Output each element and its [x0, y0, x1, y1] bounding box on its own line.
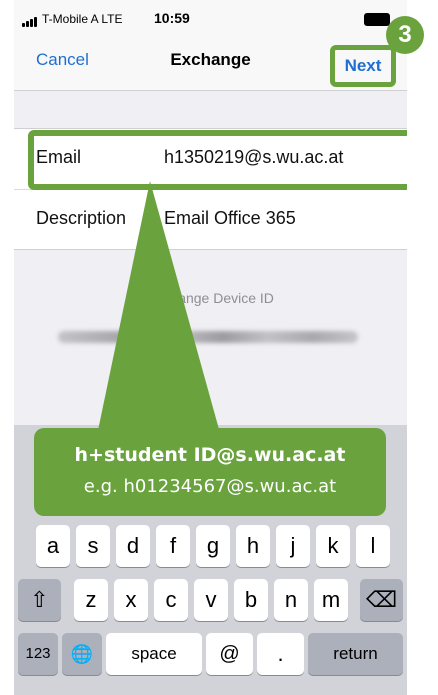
key-v[interactable]: v — [194, 579, 228, 621]
callout-example: e.g. h01234567@s.wu.ac.at — [83, 476, 337, 497]
globe-icon[interactable]: 🌐 — [62, 633, 102, 675]
key-l[interactable]: l — [356, 525, 390, 567]
email-highlight-frame — [28, 130, 407, 190]
numbers-key[interactable]: 123 — [18, 633, 58, 675]
space-key[interactable]: space — [106, 633, 202, 675]
key-f[interactable]: f — [156, 525, 190, 567]
key-g[interactable]: g — [196, 525, 230, 567]
key-s[interactable]: s — [76, 525, 110, 567]
device-id-value-blurred — [58, 331, 358, 343]
key-b[interactable]: b — [234, 579, 268, 621]
status-time: 10:59 — [154, 10, 190, 26]
key-n[interactable]: n — [274, 579, 308, 621]
signal-icon — [22, 17, 38, 27]
return-key[interactable]: return — [308, 633, 403, 675]
key-x[interactable]: x — [114, 579, 148, 621]
key-d[interactable]: d — [116, 525, 150, 567]
description-label: Description — [36, 208, 127, 228]
description-field[interactable]: Email Office 365 — [164, 208, 296, 229]
backspace-key[interactable]: ⌫ — [360, 579, 403, 621]
email-format-callout: h+student ID@s.wu.ac.at e.g. h01234567@s… — [34, 428, 386, 516]
description-row[interactable]: Description Email Office 365 — [14, 189, 407, 250]
key-h[interactable]: h — [236, 525, 270, 567]
at-key[interactable]: @ — [206, 633, 253, 675]
shift-key[interactable]: ⇧ — [18, 579, 61, 621]
dot-key[interactable]: . — [257, 633, 304, 675]
key-c[interactable]: c — [154, 579, 188, 621]
phone-screen: T-Mobile A LTE 10:59 Cancel Exchange Nex… — [14, 0, 407, 695]
carrier-label: T-Mobile A LTE — [42, 12, 123, 26]
step-number-badge: 3 — [386, 16, 424, 54]
battery-icon — [364, 13, 390, 26]
key-j[interactable]: j — [276, 525, 310, 567]
key-a[interactable]: a — [36, 525, 70, 567]
key-z[interactable]: z — [74, 579, 108, 621]
key-k[interactable]: k — [316, 525, 350, 567]
status-bar: T-Mobile A LTE 10:59 — [14, 0, 407, 34]
nav-bar: Cancel Exchange Next — [14, 34, 407, 91]
device-id-label: Exchange Device ID — [147, 290, 274, 306]
next-button-highlight[interactable]: Next — [330, 45, 396, 87]
callout-format: h+student ID@s.wu.ac.at — [74, 444, 346, 466]
next-button[interactable]: Next — [335, 50, 391, 82]
key-m[interactable]: m — [314, 579, 348, 621]
